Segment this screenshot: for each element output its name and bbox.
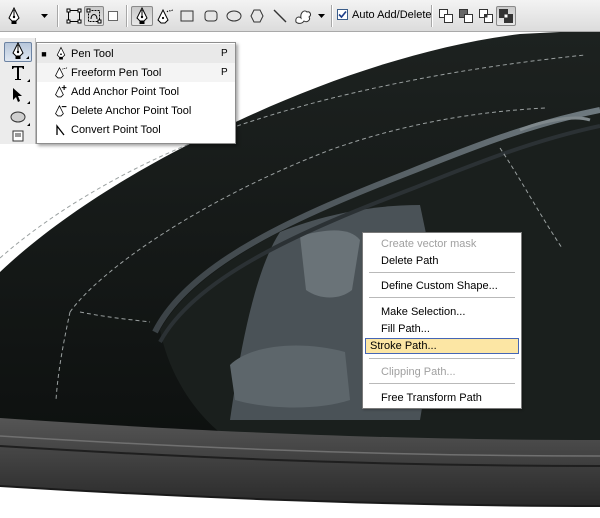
subtract-from-path-area-icon — [458, 8, 474, 24]
path-selection-tool-button[interactable] — [4, 86, 32, 106]
shoe-lining-panel — [230, 345, 350, 408]
notes-tool-button[interactable] — [4, 130, 32, 144]
subtract-from-path-area-button[interactable] — [456, 6, 476, 26]
menu-separator — [369, 358, 515, 359]
menu-item-free-transform-path[interactable]: Free Transform Path — [365, 390, 519, 406]
menu-item-stroke-path[interactable]: Stroke Path... — [365, 338, 519, 354]
flyout-item-label: Convert Point Tool — [71, 123, 161, 136]
pen-icon — [51, 46, 71, 61]
tool-preset-dropdown[interactable] — [38, 6, 50, 26]
exclude-overlapping-path-areas-icon — [498, 8, 514, 24]
flyout-item-label: Pen Tool — [71, 47, 114, 60]
tool-preset-dropdown-icon — [40, 13, 48, 19]
flyout-item-pen-tool[interactable]: ■ Pen Tool P — [37, 44, 235, 63]
flyout-indicator — [27, 101, 30, 104]
menu-separator — [369, 272, 515, 273]
type-tool-icon — [11, 65, 25, 84]
pen-icon — [134, 7, 150, 25]
path-context-menu: Create vector mask Delete Path Define Cu… — [362, 232, 522, 409]
checkmark-icon — [338, 10, 347, 19]
flyout-indicator — [26, 56, 29, 59]
paths-icon — [86, 8, 102, 24]
flyout-item-shortcut: P — [221, 67, 228, 78]
selected-bullet-icon: ■ — [41, 48, 47, 59]
ellipse-tool-icon — [10, 111, 26, 126]
polygon-tool-button[interactable] — [247, 6, 267, 26]
add-to-path-area-button[interactable] — [436, 6, 456, 26]
menu-item-delete-path[interactable]: Delete Path — [365, 253, 519, 269]
flyout-item-delete-anchor-point-tool[interactable]: Delete Anchor Point Tool — [37, 101, 235, 120]
shoe-insole-highlight — [300, 230, 360, 298]
add-to-path-area-icon — [438, 8, 454, 24]
flyout-indicator — [27, 79, 30, 82]
freeform-pen-button[interactable] — [154, 6, 176, 26]
rounded-rectangle-tool-button[interactable] — [201, 6, 221, 26]
flyout-indicator — [27, 123, 30, 126]
path-selection-tool-icon — [12, 87, 24, 106]
line-tool-button[interactable] — [270, 6, 290, 26]
fill-pixels-button[interactable] — [104, 6, 122, 26]
pen-tool-flyout-menu: ■ Pen Tool P Freeform Pen Tool P Add Anc… — [36, 42, 236, 144]
ellipse-tool-button[interactable] — [4, 108, 32, 128]
ellipse-tool-button[interactable] — [224, 6, 244, 26]
intersect-path-areas-button[interactable] — [476, 6, 496, 26]
auto-add-delete-checkbox[interactable] — [337, 9, 348, 20]
paths-button[interactable] — [84, 6, 104, 26]
custom-shape-tool-button[interactable] — [292, 6, 314, 26]
polygon-icon — [250, 9, 264, 23]
line-icon — [273, 9, 287, 23]
options-bar: Auto Add/Delete — [0, 0, 600, 32]
menu-item-make-selection[interactable]: Make Selection... — [365, 304, 519, 320]
flyout-item-freeform-pen-tool[interactable]: Freeform Pen Tool P — [37, 63, 235, 82]
flyout-item-shortcut: P — [221, 48, 228, 59]
pen-tool-icon — [6, 7, 22, 25]
menu-separator — [369, 297, 515, 298]
custom-shape-icon — [294, 8, 312, 24]
flyout-item-label: Freeform Pen Tool — [71, 66, 162, 79]
rectangle-tool-button[interactable] — [177, 6, 197, 26]
toolbar-separator — [57, 5, 59, 27]
toolbar-separator — [331, 5, 333, 27]
auto-add-delete-label[interactable]: Auto Add/Delete — [352, 9, 432, 21]
rounded-rectangle-icon — [204, 10, 218, 22]
convert-point-icon — [51, 123, 71, 136]
rectangle-icon — [180, 10, 194, 22]
type-tool-button[interactable] — [4, 64, 32, 84]
toolbar-separator — [431, 5, 433, 27]
toolbar-separator — [126, 5, 128, 27]
flyout-item-add-anchor-point-tool[interactable]: Add Anchor Point Tool — [37, 82, 235, 101]
add-anchor-point-icon — [51, 84, 71, 99]
flyout-item-label: Add Anchor Point Tool — [71, 85, 180, 98]
freeform-pen-icon — [51, 65, 71, 80]
pen-mode-button[interactable] — [131, 6, 153, 26]
exclude-overlapping-path-areas-button[interactable] — [496, 6, 516, 26]
pen-tool-icon — [10, 41, 26, 63]
shape-dropdown-icon — [317, 13, 325, 19]
menu-item-fill-path[interactable]: Fill Path... — [365, 321, 519, 337]
tool-preset-picker[interactable] — [2, 6, 26, 26]
delete-anchor-point-icon — [51, 103, 71, 118]
shape-dropdown[interactable] — [315, 6, 327, 26]
freeform-pen-icon — [156, 7, 174, 25]
menu-separator — [369, 383, 515, 384]
tools-panel — [0, 38, 36, 144]
flyout-item-convert-point-tool[interactable]: Convert Point Tool — [37, 120, 235, 139]
shape-layers-icon — [66, 8, 82, 24]
ellipse-icon — [226, 10, 242, 22]
shape-layers-button[interactable] — [64, 6, 84, 26]
pen-tool-button[interactable] — [4, 41, 32, 63]
menu-item-create-vector-mask: Create vector mask — [381, 238, 477, 250]
menu-item-clipping-path: Clipping Path... — [381, 366, 456, 378]
intersect-path-areas-icon — [478, 8, 494, 24]
menu-item-define-custom-shape[interactable]: Define Custom Shape... — [365, 278, 519, 294]
flyout-item-label: Delete Anchor Point Tool — [71, 104, 192, 117]
fill-pixels-icon — [107, 10, 119, 22]
notes-tool-icon — [12, 130, 24, 144]
